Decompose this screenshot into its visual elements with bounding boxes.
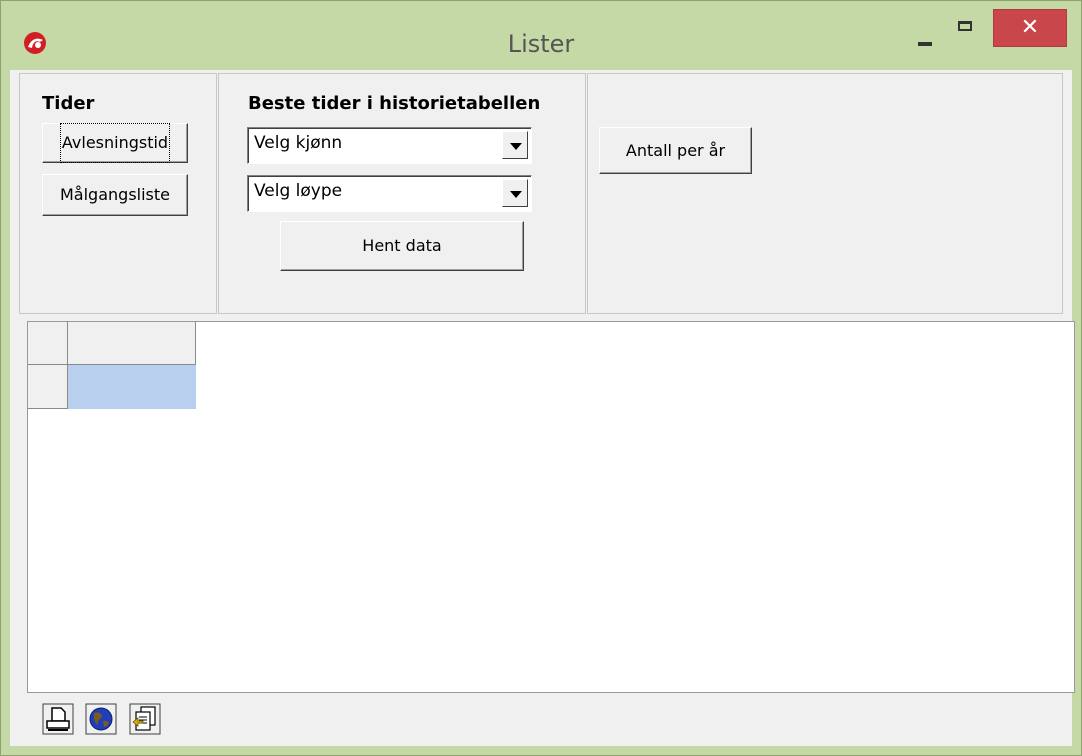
avlesningstid-label: Avlesningstid xyxy=(59,123,171,163)
tider-heading: Tider xyxy=(42,93,95,114)
hent-data-label: Hent data xyxy=(362,236,442,255)
chevron-down-icon[interactable] xyxy=(502,131,528,159)
hent-data-button[interactable]: Hent data xyxy=(280,221,524,271)
antall-per-ar-label: Antall per år xyxy=(625,141,726,160)
malgangsliste-button[interactable]: Målgangsliste xyxy=(42,174,188,216)
beste-tider-heading: Beste tider i historietabellen xyxy=(248,93,541,114)
maximize-button[interactable] xyxy=(947,13,987,39)
bottom-toolbar xyxy=(27,694,1075,744)
app-window: Lister ✕ Tider Avlesningstid Målgangslis… xyxy=(0,0,1082,756)
close-button[interactable]: ✕ xyxy=(993,9,1067,47)
panel-tider: Tider Avlesningstid Målgangsliste xyxy=(19,73,217,314)
gender-select-value: Velg kjønn xyxy=(254,133,343,153)
course-select-value: Velg løype xyxy=(254,181,343,201)
chevron-down-icon[interactable] xyxy=(502,179,528,207)
globe-icon[interactable] xyxy=(84,702,118,736)
grid-row-header[interactable] xyxy=(28,365,68,409)
data-grid[interactable] xyxy=(27,321,1075,693)
malgangsliste-label: Målgangsliste xyxy=(60,185,170,204)
minimize-button[interactable] xyxy=(906,21,946,57)
avlesningstid-button[interactable]: Avlesningstid xyxy=(42,123,188,163)
course-select[interactable]: Velg løype xyxy=(247,175,532,212)
printer-icon[interactable] xyxy=(41,702,75,736)
antall-per-ar-button[interactable]: Antall per år xyxy=(599,127,752,174)
grid-column-header[interactable] xyxy=(68,322,196,365)
client-area: Tider Avlesningstid Målgangsliste Beste … xyxy=(10,70,1075,746)
title-bar[interactable]: Lister ✕ xyxy=(1,1,1081,69)
grid-corner-cell[interactable] xyxy=(28,322,68,365)
gender-select[interactable]: Velg kjønn xyxy=(247,127,532,164)
grid-selected-cell[interactable] xyxy=(68,365,196,409)
panel-beste-tider: Beste tider i historietabellen Velg kjøn… xyxy=(218,73,586,314)
panel-antall: Antall per år xyxy=(587,73,1063,314)
export-document-icon[interactable] xyxy=(128,702,162,736)
